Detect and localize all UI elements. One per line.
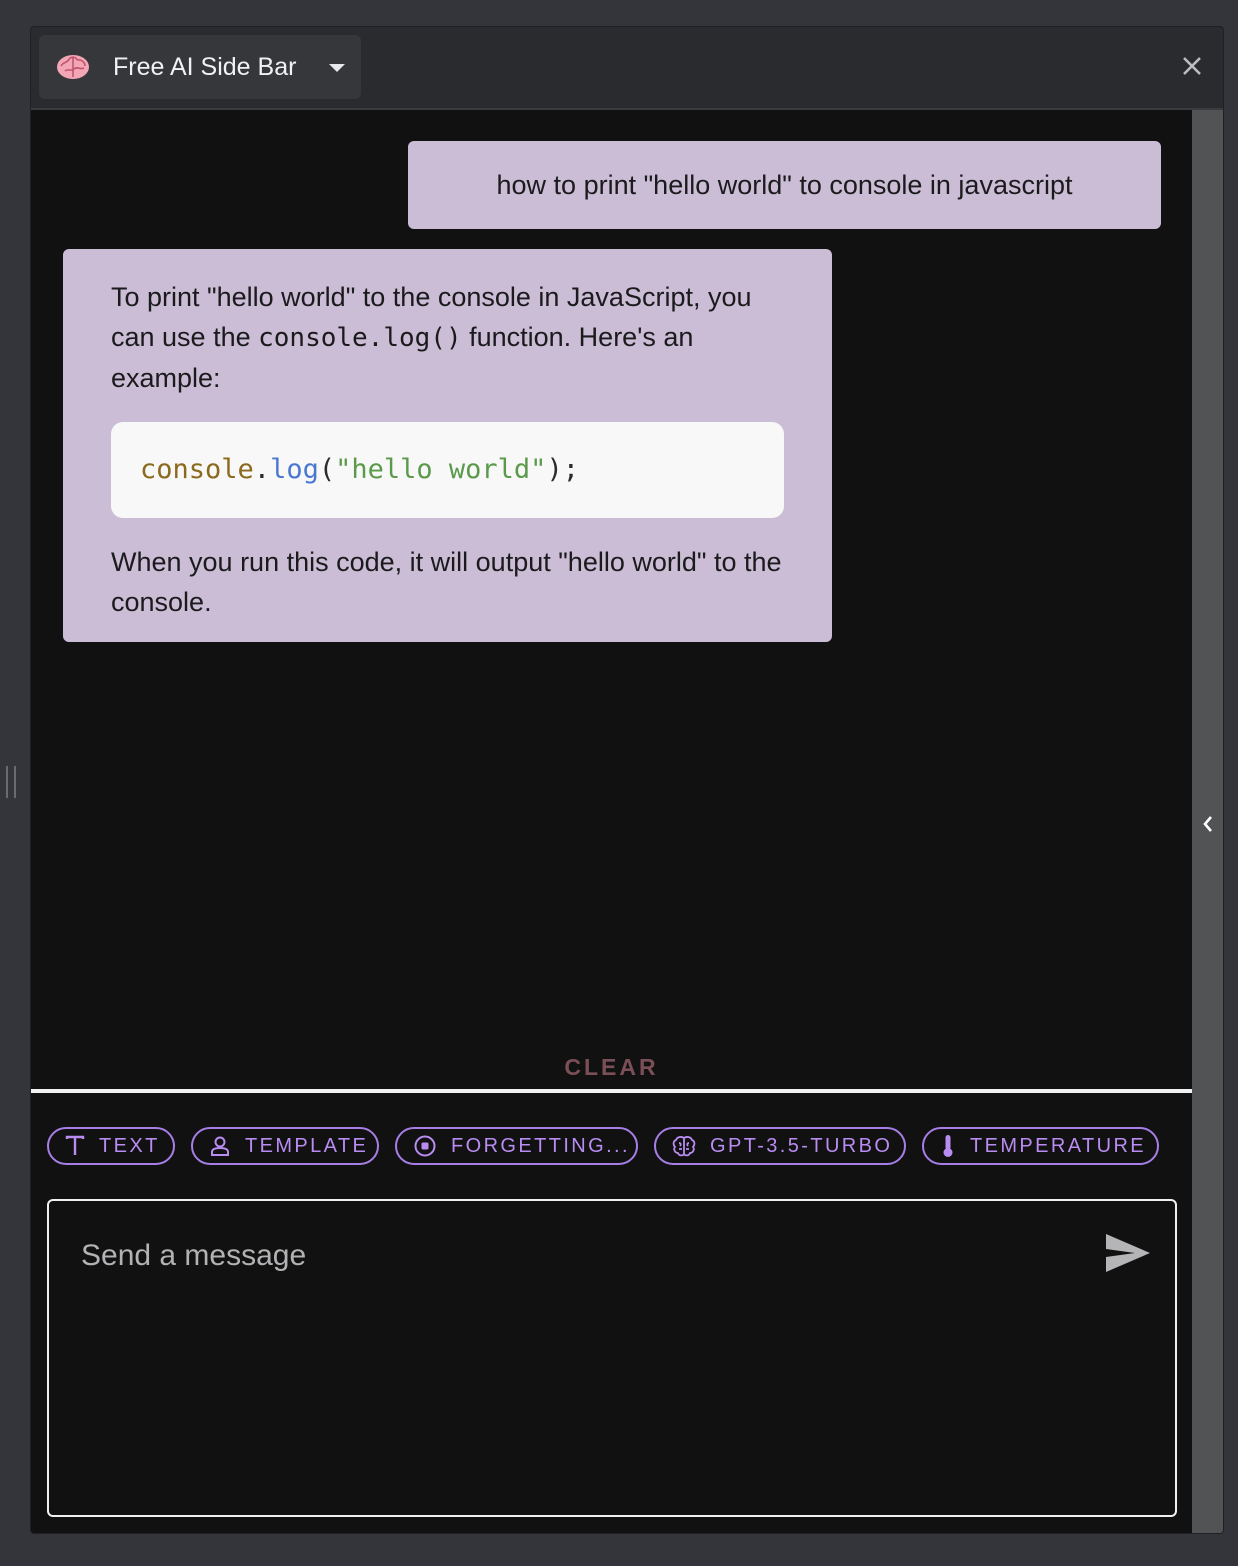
chip-label: FORGETTING... (451, 1134, 630, 1157)
header: Free AI Side Bar (31, 27, 1223, 110)
clear-button[interactable]: CLEAR (31, 1054, 1192, 1081)
code-block: console. log("hello world"); (111, 422, 784, 518)
code-string: "hello world" (335, 454, 547, 485)
message-input[interactable] (79, 1235, 1083, 1277)
chip-template[interactable]: TEMPLATE (191, 1127, 379, 1165)
text-icon (65, 1135, 85, 1155)
chip-temperature[interactable]: TEMPERATURE (922, 1127, 1159, 1165)
close-button[interactable] (1175, 49, 1209, 83)
caret-down-icon (329, 64, 345, 72)
chip-forgetting[interactable]: FORGETTING... (395, 1127, 638, 1165)
chip-label: TEMPLATE (245, 1134, 369, 1157)
ai-message: To print "hello world" to the console in… (63, 249, 832, 642)
message-composer (47, 1199, 1177, 1517)
chat-area: how to print "hello world" to console in… (31, 110, 1192, 1090)
send-button[interactable] (1105, 1233, 1151, 1273)
send-icon (1106, 1234, 1150, 1272)
close-icon (1183, 57, 1201, 75)
app-select-dropdown[interactable]: Free AI Side Bar (39, 35, 361, 99)
chip-label: GPT-3.5-TURBO (710, 1134, 893, 1157)
code-open-paren: ( (318, 454, 336, 485)
person-icon (211, 1136, 229, 1156)
chip-text[interactable]: TEXT (47, 1127, 175, 1165)
brain-icon (55, 49, 91, 85)
chip-label: TEMPERATURE (970, 1134, 1147, 1157)
chip-model[interactable]: GPT-3.5-TURBO (654, 1127, 906, 1165)
stop-circle-icon (414, 1135, 436, 1157)
code-object: console (140, 454, 254, 485)
sidebar-window: Free AI Side Bar how to print "hello wor… (30, 26, 1224, 1534)
resize-handle[interactable] (6, 766, 16, 798)
thermometer-icon (943, 1135, 953, 1157)
code-close: ); (546, 454, 579, 485)
code-dot: . (253, 454, 271, 485)
ai-intro: To print "hello world" to the console in… (111, 277, 784, 398)
collapse-rail[interactable] (1192, 110, 1223, 1533)
inline-code: console.log() (258, 323, 462, 353)
ai-outro: When you run this code, it will output "… (111, 547, 782, 617)
chip-label: TEXT (99, 1134, 160, 1157)
user-message: how to print "hello world" to console in… (408, 141, 1161, 229)
code-method: log (270, 454, 319, 485)
brain-icon (672, 1136, 696, 1157)
app-title: Free AI Side Bar (113, 52, 297, 81)
chevron-left-icon (1203, 816, 1212, 832)
divider (31, 1089, 1192, 1093)
